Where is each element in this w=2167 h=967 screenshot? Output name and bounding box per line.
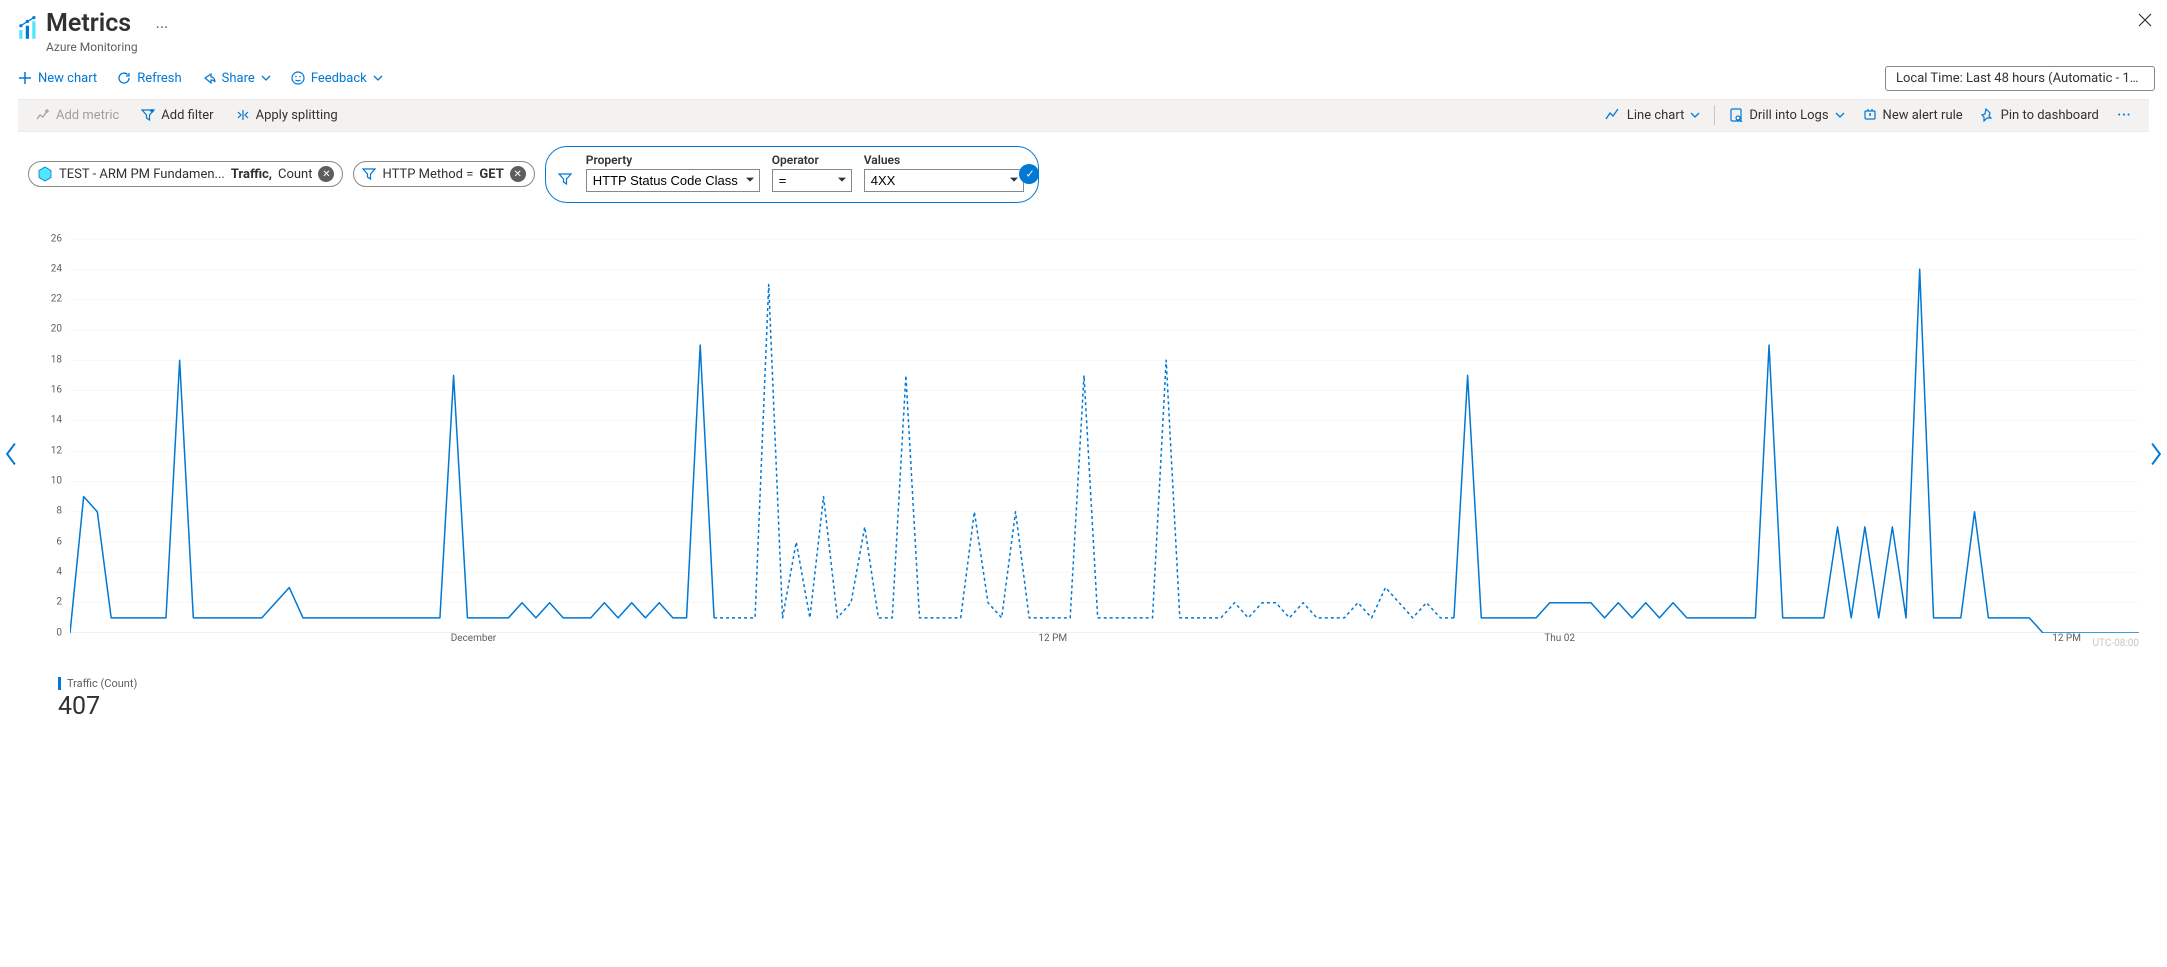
- new-chart-button[interactable]: New chart: [12, 67, 103, 90]
- share-button[interactable]: Share: [196, 67, 277, 90]
- apply-splitting-label: Apply splitting: [256, 108, 338, 123]
- legend-series-value: 407: [58, 692, 2139, 721]
- page-title: Metrics: [46, 10, 138, 38]
- feedback-label: Feedback: [311, 71, 367, 86]
- close-icon[interactable]: [2137, 12, 2155, 30]
- filter-icon: [362, 167, 376, 181]
- pin-label: Pin to dashboard: [2001, 108, 2099, 123]
- apply-splitting-button[interactable]: Apply splitting: [232, 104, 342, 127]
- add-metric-button[interactable]: Add metric: [32, 104, 123, 127]
- share-label: Share: [222, 71, 255, 86]
- chevron-down-icon: [1690, 110, 1700, 120]
- new-alert-rule-button[interactable]: New alert rule: [1859, 104, 1967, 127]
- drill-label: Drill into Logs: [1749, 108, 1828, 123]
- values-select[interactable]: 4XX: [864, 169, 1024, 192]
- values-label: Values: [864, 153, 1024, 167]
- metric-pill-prefix: TEST - ARM PM Fundamen...: [59, 167, 225, 182]
- metric-pill-remove[interactable]: ✕: [318, 166, 334, 182]
- property-label: Property: [586, 153, 760, 167]
- refresh-label: Refresh: [137, 71, 181, 86]
- method-filter-remove[interactable]: ✕: [510, 166, 526, 182]
- blade-header: Metrics Azure Monitoring ···: [0, 0, 2167, 60]
- new-chart-label: New chart: [38, 71, 97, 86]
- legend-series-label: Traffic (Count): [58, 677, 2139, 690]
- time-range-picker[interactable]: Local Time: Last 48 hours (Automatic - 1…: [1885, 66, 2155, 91]
- feedback-button[interactable]: Feedback: [285, 67, 389, 90]
- operator-label: Operator: [772, 153, 852, 167]
- filter-editor: Property HTTP Status Code Class Operator…: [545, 146, 1039, 203]
- metric-pill[interactable]: TEST - ARM PM Fundamen... Traffic, Count…: [28, 161, 343, 187]
- filter-icon: [558, 172, 572, 186]
- add-filter-button[interactable]: Add filter: [137, 104, 217, 127]
- filter-bar: TEST - ARM PM Fundamen... Traffic, Count…: [0, 132, 2167, 209]
- metrics-chart: 02468101214161820222426 December12 PMThu…: [28, 239, 2139, 669]
- command-bar: New chart Refresh Share Feedback Local T…: [0, 60, 2167, 97]
- method-filter-value: GET: [479, 167, 503, 182]
- chart-next-icon[interactable]: [2149, 441, 2163, 467]
- property-select[interactable]: HTTP Status Code Class: [586, 169, 760, 192]
- chart-type-dropdown[interactable]: Line chart: [1601, 104, 1704, 127]
- chart-more-icon[interactable]: ···: [2113, 105, 2135, 126]
- metrics-icon: [12, 10, 46, 42]
- metric-pill-agg: Count: [278, 167, 312, 182]
- chart-legend: Traffic (Count) 407: [58, 677, 2139, 721]
- page-subtitle: Azure Monitoring: [46, 40, 138, 54]
- header-more-icon[interactable]: ···: [156, 18, 169, 37]
- metric-pill-name: Traffic,: [231, 167, 272, 182]
- chart-prev-icon[interactable]: [4, 441, 18, 467]
- refresh-button[interactable]: Refresh: [111, 67, 187, 90]
- chevron-down-icon: [373, 73, 383, 83]
- pin-to-dashboard-button[interactable]: Pin to dashboard: [1977, 104, 2103, 127]
- add-metric-label: Add metric: [56, 108, 119, 123]
- chart-plot-area[interactable]: [70, 239, 2139, 633]
- resource-icon: [37, 166, 53, 182]
- method-filter-pill[interactable]: HTTP Method = GET ✕: [353, 161, 534, 187]
- y-axis-labels: 02468101214161820222426: [28, 239, 66, 633]
- operator-select[interactable]: =: [772, 169, 852, 192]
- chevron-down-icon: [261, 73, 271, 83]
- chevron-down-icon: [1835, 110, 1845, 120]
- method-filter-prefix: HTTP Method =: [382, 167, 473, 182]
- chart-toolbar: Add metric Add filter Apply splitting Li…: [18, 99, 2149, 132]
- add-filter-label: Add filter: [161, 108, 213, 123]
- drill-into-logs-button[interactable]: Drill into Logs: [1725, 104, 1848, 127]
- x-axis-labels: December12 PMThu 0212 PM: [70, 633, 2139, 649]
- chart-type-label: Line chart: [1627, 108, 1684, 123]
- timezone-label: UTC-08:00: [2093, 638, 2140, 649]
- filter-apply-icon[interactable]: ✓: [1026, 168, 1035, 181]
- new-alert-label: New alert rule: [1883, 108, 1963, 123]
